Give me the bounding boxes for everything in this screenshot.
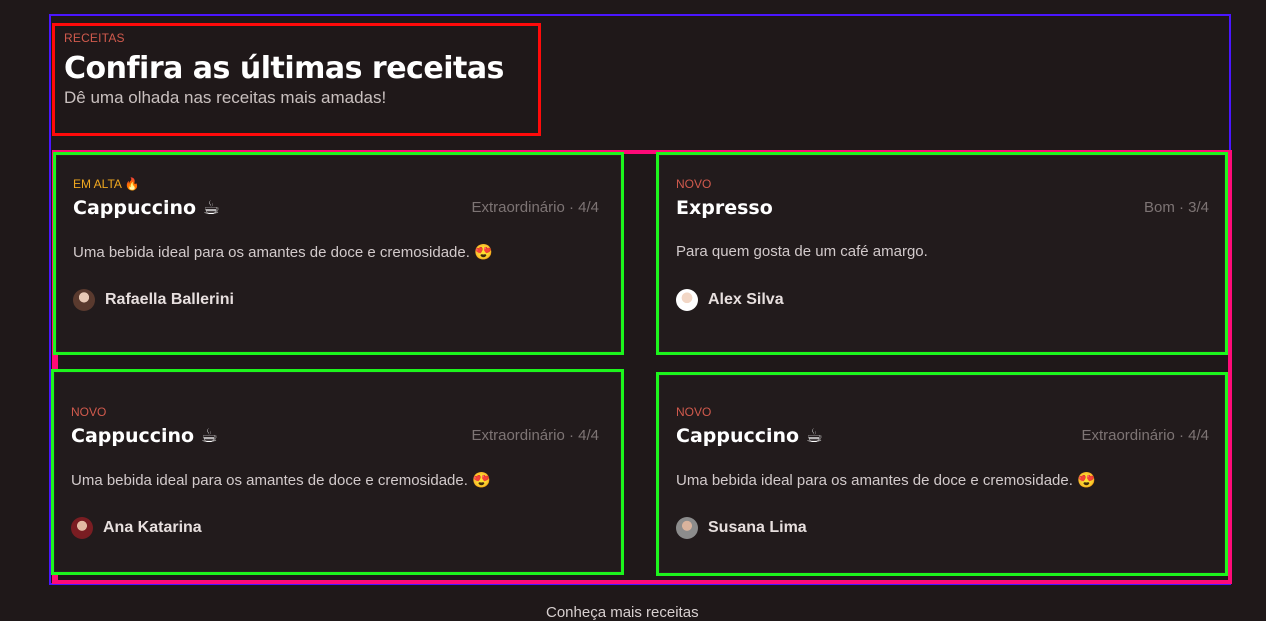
section-header: RECEITAS Confira as últimas receitas Dê … [52,23,541,136]
card-rating: Bom · 3/4 [1143,199,1209,216]
recipe-card[interactable]: NOVO Expresso Bom · 3/4 Para quem gosta … [656,152,1228,355]
card-rating: Extraordinário · 4/4 [471,427,599,444]
card-description: Para quem gosta de um café amargo. [676,243,928,260]
card-tag: NOVO [676,405,712,419]
card-author[interactable]: Susana Lima [676,517,1225,539]
author-name[interactable]: Ana Katarina [103,519,202,537]
card-title[interactable]: Cappuccino ☕ [71,425,218,447]
avatar [676,517,698,539]
card-tag: NOVO [71,405,107,419]
card-description: Uma bebida ideal para os amantes de doce… [73,244,493,261]
card-title[interactable]: Cappuccino ☕ [73,197,220,219]
card-author[interactable]: Ana Katarina [71,517,621,539]
card-rating: Extraordinário · 4/4 [471,199,599,216]
author-name[interactable]: Alex Silva [708,291,784,309]
card-title[interactable]: Cappuccino ☕ [676,425,823,447]
avatar [73,289,95,311]
card-description: Uma bebida ideal para os amantes de doce… [676,472,1096,489]
page-title: Confira as últimas receitas [64,51,504,86]
card-rating: Extraordinário · 4/4 [1081,427,1209,444]
author-name[interactable]: Susana Lima [708,519,807,537]
card-tag: NOVO [676,177,712,191]
avatar [71,517,93,539]
section-eyebrow: RECEITAS [64,31,125,45]
card-title[interactable]: Expresso [676,197,773,219]
more-recipes-link[interactable]: Conheça mais receitas [546,604,699,621]
author-name[interactable]: Rafaella Ballerini [105,291,234,309]
avatar [676,289,698,311]
page-subtitle: Dê uma olhada nas receitas mais amadas! [64,88,387,107]
recipe-card[interactable]: EM ALTA 🔥 Cappuccino ☕ Extraordinário · … [53,152,624,355]
card-author[interactable]: Rafaella Ballerini [73,289,621,311]
recipe-card[interactable]: NOVO Cappuccino ☕ Extraordinário · 4/4 U… [51,369,624,575]
card-description: Uma bebida ideal para os amantes de doce… [71,472,491,489]
recipe-card[interactable]: NOVO Cappuccino ☕ Extraordinário · 4/4 U… [656,372,1228,576]
card-author[interactable]: Alex Silva [676,289,1225,311]
card-tag: EM ALTA 🔥 [73,177,140,191]
